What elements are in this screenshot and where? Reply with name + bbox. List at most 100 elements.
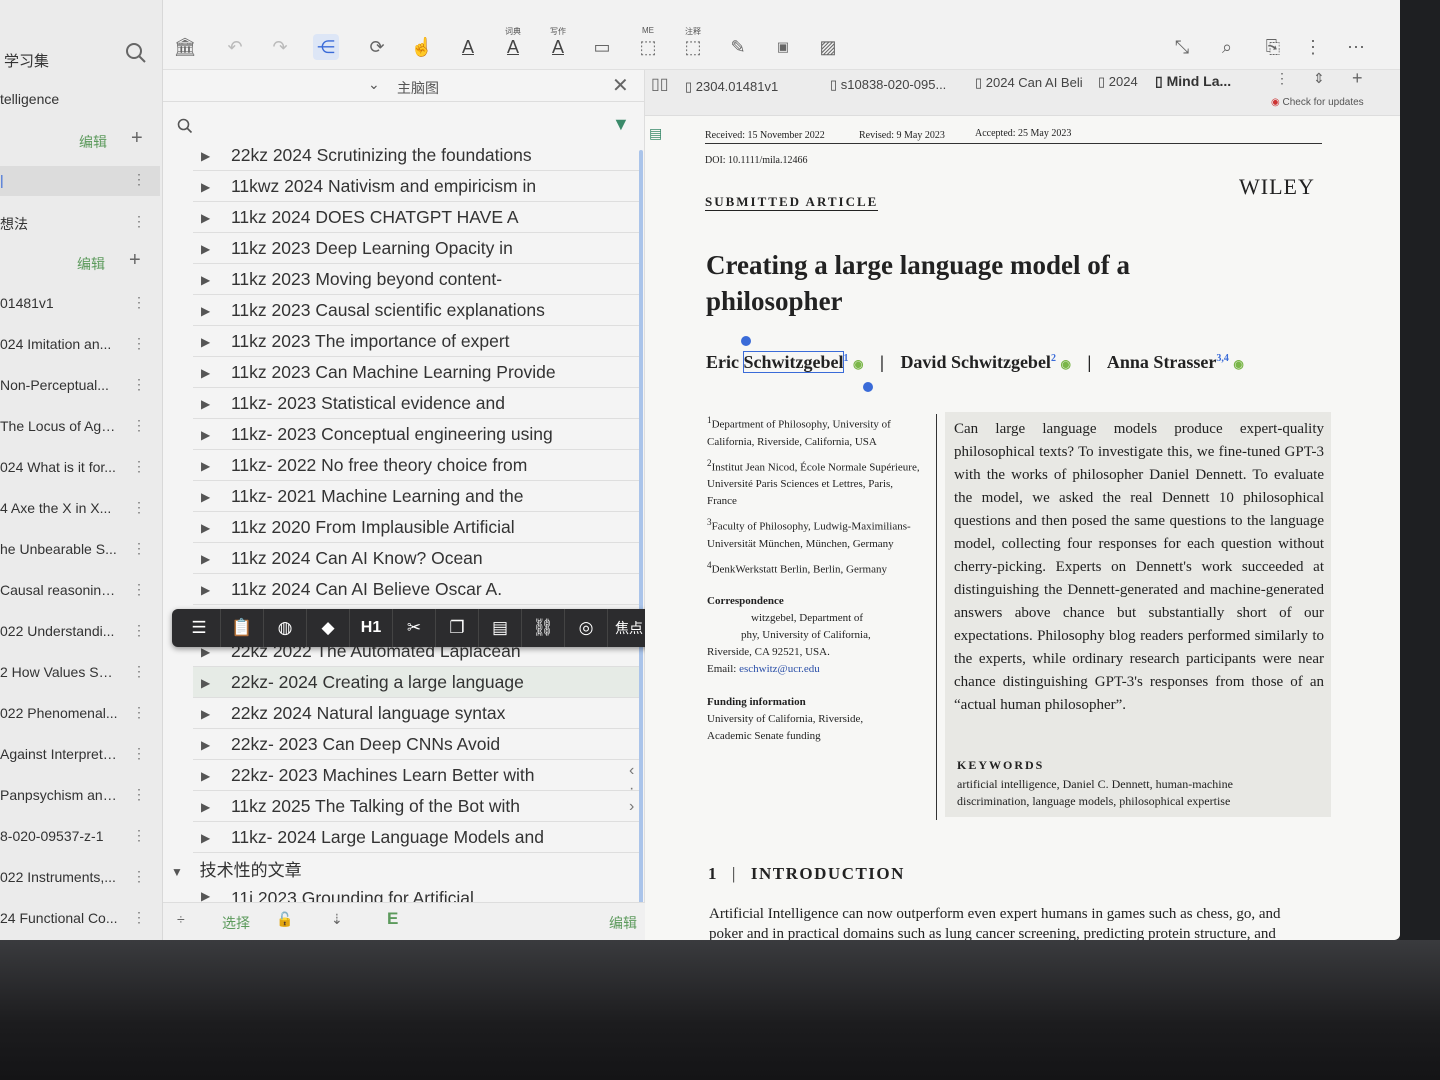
palette-icon[interactable]: ◍ xyxy=(264,609,307,647)
outline-group[interactable]: ▼ 技术性的文章 xyxy=(171,856,641,884)
sync-icon[interactable]: ⟳ xyxy=(364,34,390,60)
copy-icon[interactable]: ❐ xyxy=(436,609,479,647)
expand-triangle-icon[interactable]: ▶ xyxy=(201,583,210,597)
chevron-down-icon[interactable]: ⌄ xyxy=(368,76,380,93)
tag-icon[interactable]: ◆ xyxy=(307,609,350,647)
email-link[interactable]: eschwitz@ucr.edu xyxy=(739,663,820,675)
more-icon[interactable]: ⋮ xyxy=(132,622,146,639)
expand-triangle-icon[interactable]: ▶ xyxy=(201,211,210,225)
outline-row[interactable]: ▶ 11kz 2023 Causal scientific explanation… xyxy=(193,295,641,326)
outline-row[interactable]: ▶ 22kz- 2023 Can Deep CNNs Avoid xyxy=(193,729,641,760)
sidebar-doc-item[interactable]: Causal reasoning... ⋮ xyxy=(0,576,160,606)
expand-triangle-icon[interactable]: ▶ xyxy=(201,552,210,566)
sort-icon[interactable]: ⇣ xyxy=(331,911,343,928)
sort-arrows-icon[interactable]: ⇕ xyxy=(1313,70,1325,87)
expand-triangle-icon[interactable]: ▶ xyxy=(201,521,210,535)
more-vertical-icon[interactable]: ⋮ xyxy=(1300,34,1326,60)
tab-active[interactable]: ▯ Mind La... xyxy=(1155,73,1231,90)
more-icon[interactable]: ⋮ xyxy=(132,294,146,311)
outline-row[interactable]: ▶ 11kz- 2022 No free theory choice from xyxy=(193,450,641,481)
outline-row[interactable]: ▶ 11kz 2023 Deep Learning Opacity in xyxy=(193,233,641,264)
expand-triangle-icon[interactable]: ▶ xyxy=(201,459,210,473)
me-icon[interactable]: ME ⬚ xyxy=(635,26,661,60)
search-icon[interactable] xyxy=(177,118,193,134)
add-tab-icon[interactable]: + xyxy=(1352,68,1363,89)
more-icon[interactable]: ⋮ xyxy=(132,213,146,230)
outline-row[interactable]: ▶ 11kz 2025 The Talking of the Bot with xyxy=(193,791,641,822)
selection-handle-start[interactable] xyxy=(741,336,751,346)
hand-cursor-icon[interactable]: ☝ xyxy=(409,34,435,60)
more-horizontal-icon[interactable]: ⋯ xyxy=(1343,34,1369,60)
sidebar-doc-item[interactable]: 022 Instruments,... ⋮ xyxy=(0,863,160,893)
more-vertical-icon[interactable]: ⋮ xyxy=(1275,70,1289,87)
sidebar-doc-item[interactable]: Panpsychism and... ⋮ xyxy=(0,781,160,811)
sidebar-edit-button[interactable]: 编辑 xyxy=(79,132,107,152)
orcid-icon[interactable]: ◉ xyxy=(1060,357,1070,371)
sidebar-doc-item[interactable]: The Locus of Age... ⋮ xyxy=(0,412,160,442)
edit-button[interactable]: 编辑 xyxy=(609,913,637,933)
outline-row[interactable]: ▶ 22kz- 2023 Machines Learn Better with xyxy=(193,760,641,791)
heading-button[interactable]: H1 xyxy=(350,609,393,647)
expand-triangle-icon[interactable]: ▶ xyxy=(201,180,210,194)
more-icon[interactable]: ⋮ xyxy=(132,581,146,598)
outline-row[interactable]: ▶ 11kz 2020 From Implausible Artificial xyxy=(193,512,641,543)
tab-2[interactable]: ▯ s10838-020-095... xyxy=(830,77,946,93)
more-icon[interactable]: ⋮ xyxy=(132,704,146,721)
sidebar-doc-item[interactable]: 024 What is it for... ⋮ xyxy=(0,453,160,483)
e-icon[interactable]: E xyxy=(387,909,398,929)
more-icon[interactable]: ⋮ xyxy=(132,540,146,557)
sidebar-doc-item[interactable]: 8-020-09537-z-1 ⋮ xyxy=(0,822,160,852)
outline-row[interactable]: ▶ 11kz 2023 Moving beyond content- xyxy=(193,264,641,295)
outline-row[interactable]: ▶ 11kz- 2023 Conceptual engineering using xyxy=(193,419,641,450)
expand-triangle-icon[interactable]: ▶ xyxy=(201,676,210,690)
sidebar-item-selected[interactable]: | ⋮ xyxy=(0,166,160,196)
outline-row[interactable]: ▶ 11i 2023 Grounding for Artificial xyxy=(193,883,641,903)
expand-triangle-icon[interactable]: ▶ xyxy=(201,366,210,380)
library-icon[interactable]: 🏛 xyxy=(172,34,198,60)
pen-icon[interactable]: ✎ xyxy=(725,34,751,60)
outline-row[interactable]: ▶ 11kz- 2023 Statistical evidence and xyxy=(193,388,641,419)
web-search-icon[interactable]: ◎ xyxy=(565,609,608,647)
filter-icon[interactable]: ▼ xyxy=(612,114,630,135)
outline-row[interactable]: ▶ 11kwz 2024 Nativism and empiricism in xyxy=(193,171,641,202)
search-doc-icon[interactable]: ⌕ xyxy=(1214,34,1240,60)
paste-add-icon[interactable]: 📋 xyxy=(221,609,264,647)
expand-triangle-icon[interactable]: ▶ xyxy=(201,428,210,442)
search-icon[interactable] xyxy=(125,42,147,64)
rectangle-select-icon[interactable]: ▭ xyxy=(589,34,615,60)
more-icon[interactable]: ⋮ xyxy=(132,827,146,844)
expand-triangle-icon[interactable]: ▶ xyxy=(201,149,210,163)
expand-triangle-icon[interactable]: ▶ xyxy=(201,335,210,349)
more-icon[interactable]: ⋮ xyxy=(132,417,146,434)
sidebar-doc-item[interactable]: he Unbearable S... ⋮ xyxy=(0,535,160,565)
expand-triangle-icon[interactable]: ▶ xyxy=(201,800,210,814)
more-icon[interactable]: ⋮ xyxy=(132,909,146,926)
sidebar-doc-item[interactable]: 24 Functional Co... ⋮ xyxy=(0,904,160,934)
selection-handle-end[interactable] xyxy=(863,382,873,392)
outline-row[interactable]: ▶ 22kz 2024 Scrutinizing the foundations xyxy=(193,140,641,171)
expand-triangle-icon[interactable]: ▶ xyxy=(201,490,210,504)
textbox-icon[interactable]: ▣ xyxy=(770,34,796,60)
outline-row[interactable]: ▶ 11kz- 2024 Large Language Models and xyxy=(193,822,641,853)
expand-triangle-icon[interactable]: ▼ xyxy=(171,865,183,879)
expand-triangle-icon[interactable]: ▶ xyxy=(201,645,210,659)
outline-row[interactable]: ▶ 11kz 2023 The importance of expert xyxy=(193,326,641,357)
expand-triangle-icon[interactable]: ▶ xyxy=(201,242,210,256)
image-icon[interactable]: ▨ xyxy=(815,34,841,60)
link-icon[interactable]: ⛓ xyxy=(522,609,565,647)
split-view-icon[interactable]: ▯▯ xyxy=(651,74,669,94)
paste-icon[interactable]: ▤ xyxy=(479,609,522,647)
sidebar-edit-button-2[interactable]: 编辑 xyxy=(77,254,105,274)
expand-triangle-icon[interactable]: ▶ xyxy=(201,707,210,721)
sidebar-doc-item[interactable]: 01481v1 ⋮ xyxy=(0,289,160,319)
expand-triangle-icon[interactable]: ▶ xyxy=(201,831,210,845)
sidebar-doc-item[interactable]: 4 Axe the X in X... ⋮ xyxy=(0,494,160,524)
outline-row[interactable]: ▶ 11kz 2024 Can AI Know? Ocean xyxy=(193,543,641,574)
outline-row[interactable]: ▶ 11kz 2023 Can Machine Learning Provide xyxy=(193,357,641,388)
lock-icon[interactable]: 🔓 xyxy=(276,911,293,928)
sidebar-doc-item[interactable]: Non-Perceptual... ⋮ xyxy=(0,371,160,401)
more-icon[interactable]: ⋮ xyxy=(132,171,146,188)
bookmark-icon[interactable]: ⎘ xyxy=(1260,34,1286,60)
highlight-text-icon[interactable]: A xyxy=(455,34,481,60)
sidebar-doc-item[interactable]: 2 How Values Sh... ⋮ xyxy=(0,658,160,688)
